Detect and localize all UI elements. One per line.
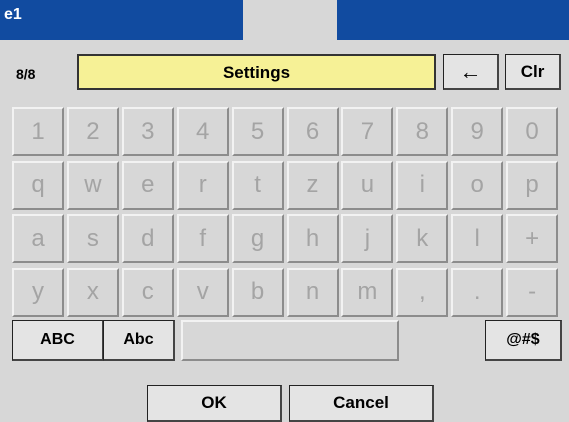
key-2-2[interactable]: d bbox=[121, 214, 174, 263]
key-1-8[interactable]: o bbox=[451, 160, 504, 210]
mode-abc-button[interactable]: ABC bbox=[12, 320, 104, 361]
title-bar: e1 bbox=[0, 0, 569, 40]
mode-abc-label: ABC bbox=[40, 331, 75, 348]
key-3-1[interactable]: x bbox=[66, 267, 119, 317]
text-input[interactable]: Settings bbox=[77, 54, 436, 90]
key-1-6[interactable]: u bbox=[341, 160, 394, 210]
symbols-button[interactable]: @#$ bbox=[485, 320, 562, 361]
character-counter: 8/8 bbox=[16, 66, 36, 82]
key-0-0[interactable]: 1 bbox=[12, 107, 64, 156]
clear-button[interactable]: Clr bbox=[505, 54, 561, 90]
key-3-8[interactable]: . bbox=[451, 267, 504, 317]
key-2-6[interactable]: j bbox=[341, 214, 394, 263]
ok-label: OK bbox=[201, 393, 227, 412]
symbols-label: @#$ bbox=[506, 331, 540, 348]
cancel-label: Cancel bbox=[333, 393, 389, 412]
key-0-1[interactable]: 2 bbox=[66, 107, 119, 156]
key-0-6[interactable]: 7 bbox=[341, 107, 394, 156]
key-2-3[interactable]: f bbox=[176, 214, 229, 263]
key-1-5[interactable]: z bbox=[286, 160, 339, 210]
ok-button[interactable]: OK bbox=[147, 385, 282, 422]
key-3-7[interactable]: , bbox=[396, 267, 449, 317]
key-3-3[interactable]: v bbox=[176, 267, 229, 317]
key-0-8[interactable]: 9 bbox=[451, 107, 504, 156]
key-1-3[interactable]: r bbox=[176, 160, 229, 210]
key-3-4[interactable]: b bbox=[231, 267, 284, 317]
key-0-7[interactable]: 8 bbox=[396, 107, 449, 156]
key-1-1[interactable]: w bbox=[66, 160, 119, 210]
key-1-0[interactable]: q bbox=[12, 160, 64, 210]
key-1-2[interactable]: e bbox=[121, 160, 174, 210]
key-1-4[interactable]: t bbox=[231, 160, 284, 210]
text-input-value: Settings bbox=[222, 63, 291, 82]
key-0-2[interactable]: 3 bbox=[121, 107, 174, 156]
key-2-5[interactable]: h bbox=[286, 214, 339, 263]
key-2-4[interactable]: g bbox=[231, 214, 284, 263]
mode-abc-lower-label: Abc bbox=[123, 331, 154, 348]
key-2-0[interactable]: a bbox=[12, 214, 64, 263]
backspace-arrow-icon: ← bbox=[459, 58, 482, 84]
backspace-button[interactable]: ← bbox=[443, 54, 499, 90]
key-3-5[interactable]: n bbox=[286, 267, 339, 317]
key-3-9[interactable]: - bbox=[506, 267, 559, 317]
key-3-2[interactable]: c bbox=[121, 267, 174, 317]
title-fragment: e1 bbox=[4, 6, 22, 23]
key-2-9[interactable]: + bbox=[506, 214, 559, 263]
key-1-7[interactable]: i bbox=[396, 160, 449, 210]
clear-label: Clr bbox=[520, 61, 545, 81]
key-1-9[interactable]: p bbox=[506, 160, 559, 210]
key-3-0[interactable]: y bbox=[12, 267, 64, 317]
cancel-button[interactable]: Cancel bbox=[289, 385, 434, 422]
key-0-9[interactable]: 0 bbox=[506, 107, 559, 156]
title-bar-right bbox=[337, 0, 569, 40]
title-bar-left: e1 bbox=[0, 0, 243, 40]
key-3-6[interactable]: m bbox=[341, 267, 394, 317]
key-2-7[interactable]: k bbox=[396, 214, 449, 263]
key-2-8[interactable]: l bbox=[451, 214, 504, 263]
space-key[interactable] bbox=[181, 320, 399, 361]
key-0-3[interactable]: 4 bbox=[176, 107, 229, 156]
key-0-4[interactable]: 5 bbox=[231, 107, 284, 156]
key-0-5[interactable]: 6 bbox=[286, 107, 339, 156]
key-2-1[interactable]: s bbox=[66, 214, 119, 263]
mode-abc-lower-button[interactable]: Abc bbox=[103, 320, 175, 361]
